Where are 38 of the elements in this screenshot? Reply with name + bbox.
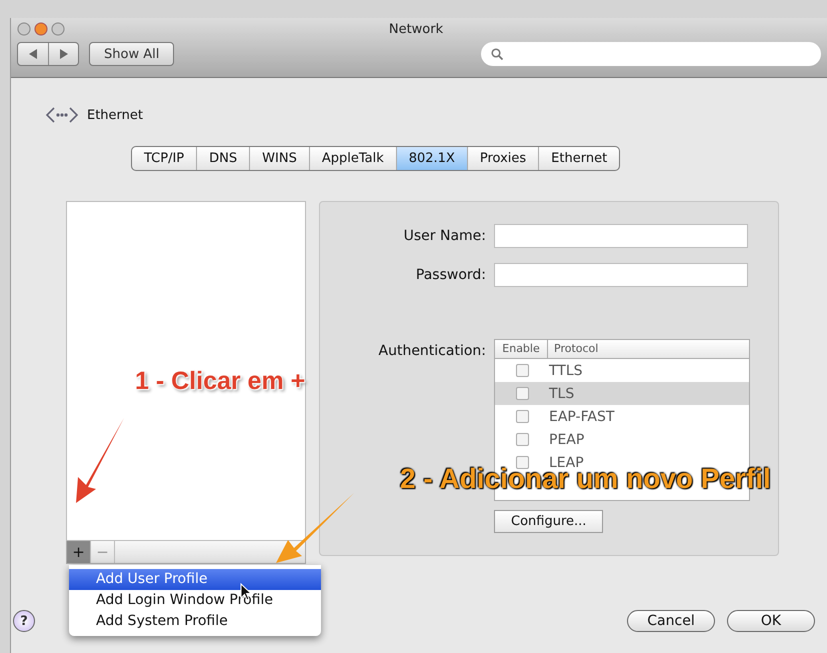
field-label: User Name: <box>402 227 487 246</box>
protocol-row[interactable]: TLS <box>495 382 749 405</box>
search-icon <box>491 48 503 60</box>
configure-button[interactable]: Configure... <box>494 510 604 533</box>
menu-item[interactable]: Add Login Window Profile <box>69 590 321 611</box>
ethernet-icon <box>45 105 79 125</box>
field-label: Authentication: <box>378 342 487 361</box>
show-all-button[interactable]: Show All <box>89 42 174 66</box>
left-triangle-icon <box>29 49 37 59</box>
enable-checkbox[interactable] <box>516 410 529 423</box>
annotation-text: 1 - Clicar em + <box>135 367 306 396</box>
tab[interactable]: TCP/IP <box>132 147 196 170</box>
field-label: Password: <box>414 266 487 285</box>
ok-button[interactable]: OK <box>727 610 815 632</box>
user-name-field[interactable] <box>494 224 748 248</box>
menu-item[interactable]: Add System Profile <box>69 611 321 632</box>
profile-list[interactable] <box>66 201 306 541</box>
enable-checkbox[interactable] <box>516 433 529 446</box>
enable-checkbox[interactable] <box>516 456 529 469</box>
search-field[interactable] <box>481 42 821 66</box>
window-controls-icon[interactable] <box>17 22 65 36</box>
cancel-button[interactable]: Cancel <box>627 610 715 632</box>
service-name: Ethernet <box>87 108 143 122</box>
tab[interactable]: 802.1X <box>396 147 467 170</box>
menu-item[interactable]: Add User Profile <box>69 569 321 590</box>
help-button[interactable]: ? <box>13 610 35 632</box>
tab[interactable]: Ethernet <box>538 147 620 170</box>
tab[interactable]: Proxies <box>466 147 538 170</box>
column-header[interactable]: Protocol <box>548 340 598 358</box>
tab[interactable]: WINS <box>249 147 309 170</box>
add-profile-button[interactable]: + <box>67 541 91 563</box>
column-header[interactable]: Enable <box>495 340 548 358</box>
password-field[interactable] <box>494 263 748 287</box>
window-title: Network <box>388 22 444 36</box>
enable-checkbox[interactable] <box>516 387 529 400</box>
tab[interactable]: DNS <box>196 147 250 170</box>
right-triangle-icon <box>60 49 68 59</box>
enable-checkbox[interactable] <box>516 364 529 377</box>
